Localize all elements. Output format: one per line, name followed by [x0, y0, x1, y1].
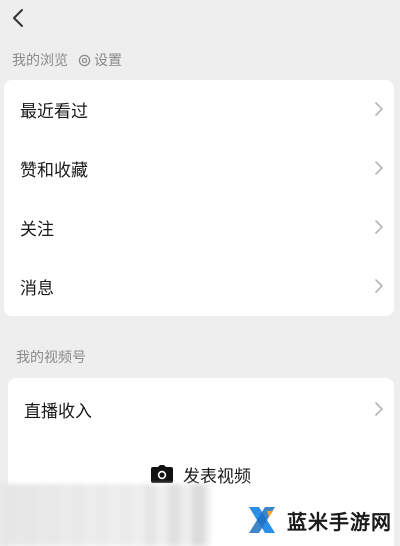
- publish-video-label: 发表视频: [183, 466, 251, 487]
- chevron-right-icon: [375, 220, 383, 234]
- browse-card: 最近看过 赞和收藏 关注 消息: [4, 80, 394, 316]
- list-item-label: 消息: [20, 278, 54, 299]
- list-item-label: 最近看过: [20, 101, 88, 122]
- blurred-region: [0, 484, 210, 546]
- chevron-right-icon: [375, 279, 383, 293]
- browse-section-header: 我的浏览 设置: [12, 50, 122, 70]
- watermark-text: 蓝米手游网: [287, 509, 392, 534]
- chevron-right-icon: [375, 161, 383, 175]
- watermark-logo-icon: [249, 507, 275, 533]
- chevron-right-icon: [375, 402, 383, 416]
- settings-link[interactable]: 设置: [78, 50, 122, 70]
- channel-section-header: 我的视频号: [16, 347, 86, 367]
- chevron-right-icon: [375, 102, 383, 116]
- gear-icon: [78, 54, 91, 66]
- browse-section-title: 我的浏览: [12, 53, 68, 69]
- list-item-following[interactable]: 关注: [4, 198, 394, 256]
- watermark: 蓝米手游网: [245, 502, 392, 538]
- list-item-recently-viewed[interactable]: 最近看过: [4, 80, 394, 138]
- list-item-label: 赞和收藏: [20, 160, 88, 181]
- list-item-messages[interactable]: 消息: [4, 257, 394, 315]
- list-item-live-income[interactable]: 直播收入: [8, 380, 394, 438]
- back-button[interactable]: [4, 4, 32, 32]
- list-item-label: 直播收入: [24, 401, 92, 422]
- list-item-likes-favorites[interactable]: 赞和收藏: [4, 139, 394, 197]
- camera-icon: [151, 465, 173, 483]
- chevron-left-icon: [13, 9, 23, 27]
- channel-section-title: 我的视频号: [16, 350, 86, 366]
- settings-label: 设置: [94, 53, 122, 69]
- list-item-label: 关注: [20, 219, 54, 240]
